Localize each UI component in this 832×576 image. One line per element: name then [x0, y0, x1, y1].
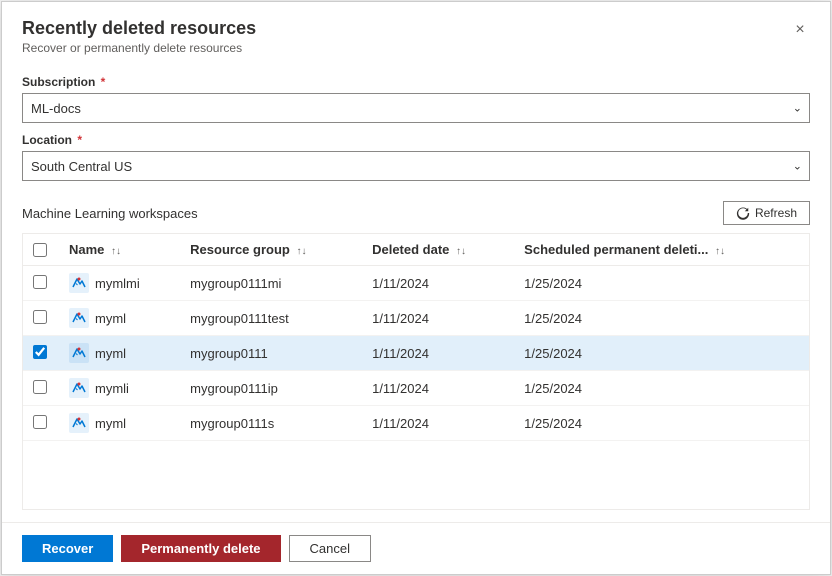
row-name-text: myml [95, 346, 126, 361]
dialog-subtitle: Recover or permanently delete resources [22, 41, 810, 55]
dialog-body: Subscription * ML-docs ⌄ Location * Sout… [2, 63, 830, 522]
scheduled-sort-icon: ↑↓ [715, 246, 725, 257]
row-checkbox-cell [23, 406, 59, 441]
recover-button[interactable]: Recover [22, 535, 113, 562]
resources-table: Name ↑↓ Resource group ↑↓ Deleted date ↑… [23, 234, 809, 441]
section-title: Machine Learning workspaces [22, 206, 198, 221]
row-checkbox-cell [23, 301, 59, 336]
row-scheduled-delete: 1/25/2024 [514, 301, 809, 336]
row-name: mymlmi [59, 266, 180, 301]
row-checkbox[interactable] [33, 275, 47, 289]
ml-workspace-icon [69, 343, 89, 363]
row-name: myml [59, 336, 180, 371]
table-row: mymli mygroup0111ip1/11/20241/25/2024 [23, 371, 809, 406]
row-scheduled-delete: 1/25/2024 [514, 336, 809, 371]
row-deleted-date: 1/11/2024 [362, 266, 514, 301]
resources-table-container: Name ↑↓ Resource group ↑↓ Deleted date ↑… [22, 233, 810, 510]
recently-deleted-dialog: Recently deleted resources Recover or pe… [1, 1, 831, 575]
row-deleted-date: 1/11/2024 [362, 406, 514, 441]
ml-workspace-icon [69, 308, 89, 328]
table-body: mymlmi mygroup0111mi1/11/20241/25/2024 m… [23, 266, 809, 441]
header-name[interactable]: Name ↑↓ [59, 234, 180, 266]
row-deleted-date: 1/11/2024 [362, 371, 514, 406]
name-sort-icon: ↑↓ [111, 246, 121, 257]
row-name-text: mymlmi [95, 276, 140, 291]
header-resource-group[interactable]: Resource group ↑↓ [180, 234, 362, 266]
row-name: myml [59, 406, 180, 441]
dialog-title: Recently deleted resources [22, 18, 810, 39]
refresh-label: Refresh [755, 206, 797, 220]
row-resource-group: mygroup0111s [180, 406, 362, 441]
row-name-text: mymli [95, 381, 129, 396]
subscription-required: * [97, 75, 105, 89]
close-button[interactable]: × [786, 16, 814, 44]
table-header: Name ↑↓ Resource group ↑↓ Deleted date ↑… [23, 234, 809, 266]
row-scheduled-delete: 1/25/2024 [514, 406, 809, 441]
permanently-delete-button[interactable]: Permanently delete [121, 535, 280, 562]
header-deleted-date[interactable]: Deleted date ↑↓ [362, 234, 514, 266]
row-name-text: myml [95, 311, 126, 326]
row-name: mymli [59, 371, 180, 406]
location-label: Location * [22, 133, 810, 147]
location-select-wrapper: South Central US ⌄ [22, 151, 810, 181]
ml-workspace-icon [69, 413, 89, 433]
rg-sort-icon: ↑↓ [296, 246, 306, 257]
header-scheduled-delete[interactable]: Scheduled permanent deleti... ↑↓ [514, 234, 809, 266]
row-checkbox[interactable] [33, 310, 47, 324]
table-row: myml mygroup0111s1/11/20241/25/2024 [23, 406, 809, 441]
ml-workspace-icon [69, 273, 89, 293]
row-deleted-date: 1/11/2024 [362, 301, 514, 336]
subscription-select-wrapper: ML-docs ⌄ [22, 93, 810, 123]
location-field: Location * South Central US ⌄ [22, 133, 810, 181]
row-resource-group: mygroup0111test [180, 301, 362, 336]
select-all-checkbox[interactable] [33, 243, 47, 257]
subscription-field: Subscription * ML-docs ⌄ [22, 75, 810, 123]
row-checkbox-cell [23, 336, 59, 371]
deleted-sort-icon: ↑↓ [456, 246, 466, 257]
subscription-label: Subscription * [22, 75, 810, 89]
dialog-header: Recently deleted resources Recover or pe… [2, 2, 830, 63]
row-checkbox[interactable] [33, 415, 47, 429]
header-checkbox-cell [23, 234, 59, 266]
row-scheduled-delete: 1/25/2024 [514, 266, 809, 301]
refresh-icon [736, 206, 750, 220]
subscription-select[interactable]: ML-docs [22, 93, 810, 123]
row-checkbox[interactable] [33, 345, 47, 359]
row-name-text: myml [95, 416, 126, 431]
section-header: Machine Learning workspaces Refresh [22, 201, 810, 225]
row-resource-group: mygroup0111mi [180, 266, 362, 301]
cancel-button[interactable]: Cancel [289, 535, 371, 562]
location-select[interactable]: South Central US [22, 151, 810, 181]
table-row: myml mygroup0111test1/11/20241/25/2024 [23, 301, 809, 336]
ml-workspace-icon [69, 378, 89, 398]
location-required: * [74, 133, 82, 147]
row-resource-group: mygroup0111 [180, 336, 362, 371]
row-deleted-date: 1/11/2024 [362, 336, 514, 371]
table-row: myml mygroup01111/11/20241/25/2024 [23, 336, 809, 371]
row-checkbox-cell [23, 371, 59, 406]
refresh-button[interactable]: Refresh [723, 201, 810, 225]
row-checkbox[interactable] [33, 380, 47, 394]
row-scheduled-delete: 1/25/2024 [514, 371, 809, 406]
row-name: myml [59, 301, 180, 336]
row-resource-group: mygroup0111ip [180, 371, 362, 406]
row-checkbox-cell [23, 266, 59, 301]
table-row: mymlmi mygroup0111mi1/11/20241/25/2024 [23, 266, 809, 301]
dialog-footer: Recover Permanently delete Cancel [2, 522, 830, 574]
